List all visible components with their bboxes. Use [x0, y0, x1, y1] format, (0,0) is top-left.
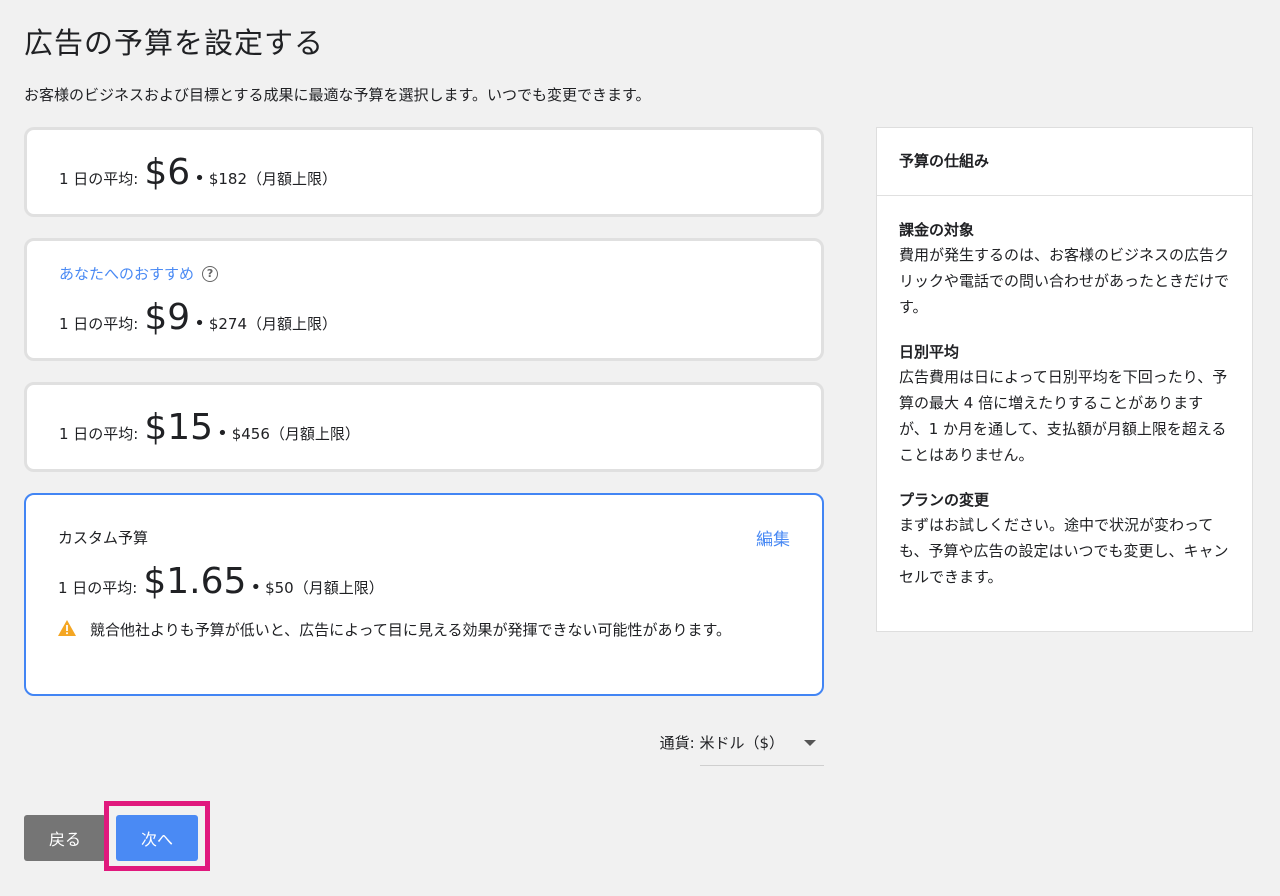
panel-title: 予算の仕組み	[877, 128, 1252, 196]
currency-select[interactable]: 通貨: 米ドル（$）	[660, 718, 824, 766]
daily-price: $1.65	[143, 561, 247, 602]
separator-dot: •	[217, 423, 228, 444]
section-body: 費用が発生するのは、お客様のビジネスの広告クリックや電話での問い合わせがあったと…	[899, 246, 1230, 316]
separator-dot: •	[194, 168, 205, 189]
warning-icon	[58, 620, 76, 636]
daily-price: $6	[144, 152, 191, 193]
daily-average-label: 1 日の平均:	[59, 425, 139, 443]
budget-info-panel: 予算の仕組み 課金の対象 費用が発生するのは、お客様のビジネスの広告クリックや電…	[876, 127, 1253, 632]
separator-dot: •	[250, 577, 262, 598]
daily-price: $15	[144, 407, 214, 448]
recommend-text: あなたへのおすすめ	[59, 265, 195, 283]
budget-option-custom[interactable]: カスタム予算 編集 1 日の平均: $1.65 • $50（月額上限） 競合他社…	[24, 493, 824, 696]
warning-text: 競合他社よりも予算が低いと、広告によって目に見える効果が発揮できない可能性があり…	[90, 621, 731, 639]
chevron-down-icon	[804, 740, 816, 746]
monthly-cap: $456（月額上限）	[231, 425, 360, 443]
custom-budget-title: カスタム予算	[58, 529, 149, 547]
info-section: 課金の対象 費用が発生するのは、お客様のビジネスの広告クリックや電話での問い合わ…	[899, 218, 1230, 320]
budget-option-15[interactable]: 1 日の平均: $15 • $456（月額上限）	[24, 382, 824, 472]
daily-average-label: 1 日の平均:	[58, 579, 138, 597]
monthly-cap: $274（月額上限）	[208, 315, 337, 333]
section-heading: プランの変更	[899, 491, 990, 509]
info-section: 日別平均 広告費用は日によって日別平均を下回ったり、予算の最大 4 倍に増えたり…	[899, 340, 1230, 468]
daily-price: $9	[144, 297, 191, 338]
price-line: 1 日の平均: $6 • $182（月額上限）	[59, 152, 337, 193]
info-section: プランの変更 まずはお試しください。途中で状況が変わっても、予算や広告の設定はい…	[899, 488, 1230, 590]
daily-average-label: 1 日の平均:	[59, 315, 139, 333]
budget-option-6[interactable]: 1 日の平均: $6 • $182（月額上限）	[24, 127, 824, 217]
budget-warning: 競合他社よりも予算が低いと、広告によって目に見える効果が発揮できない可能性があり…	[58, 617, 788, 643]
monthly-cap: $182（月額上限）	[208, 170, 337, 188]
price-line: 1 日の平均: $1.65 • $50（月額上限）	[58, 561, 384, 602]
currency-label: 通貨: 米ドル（$）	[659, 734, 784, 752]
recommend-label: あなたへのおすすめ ?	[59, 263, 219, 284]
price-line: 1 日の平均: $9 • $274（月額上限）	[59, 297, 337, 338]
section-heading: 課金の対象	[899, 221, 975, 239]
back-button[interactable]: 戻る	[24, 815, 106, 861]
section-heading: 日別平均	[899, 343, 960, 361]
section-body: 広告費用は日によって日別平均を下回ったり、予算の最大 4 倍に増えたりすることが…	[899, 368, 1228, 464]
budget-option-9[interactable]: あなたへのおすすめ ? 1 日の平均: $9 • $274（月額上限）	[24, 238, 824, 361]
page-subtitle: お客様のビジネスおよび目標とする成果に最適な予算を選択します。いつでも変更できま…	[24, 86, 651, 104]
page-title: 広告の予算を設定する	[24, 26, 325, 60]
highlight-annotation	[104, 801, 210, 871]
separator-dot: •	[194, 313, 205, 334]
section-body: まずはお試しください。途中で状況が変わっても、予算や広告の設定はいつでも変更し、…	[899, 516, 1229, 586]
monthly-cap: $50（月額上限）	[265, 579, 384, 597]
edit-link[interactable]: 編集	[756, 525, 790, 550]
help-icon[interactable]: ?	[202, 265, 219, 282]
daily-average-label: 1 日の平均:	[59, 170, 139, 188]
price-line: 1 日の平均: $15 • $456（月額上限）	[59, 407, 360, 448]
